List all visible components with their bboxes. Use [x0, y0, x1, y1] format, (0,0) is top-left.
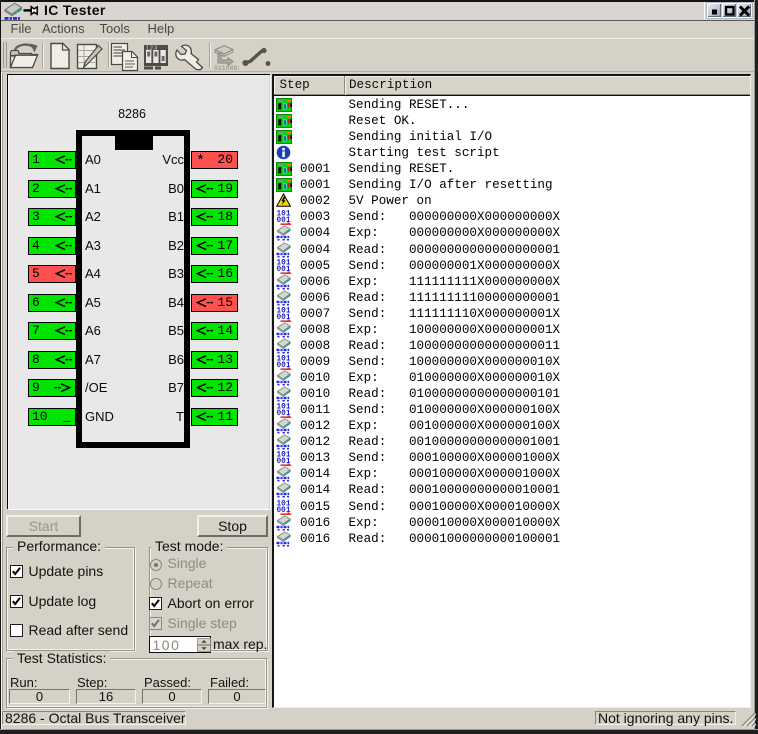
svg-text:0110001: 0110001: [214, 65, 239, 71]
svg-text:1 2 3: 1 2 3: [146, 45, 157, 51]
